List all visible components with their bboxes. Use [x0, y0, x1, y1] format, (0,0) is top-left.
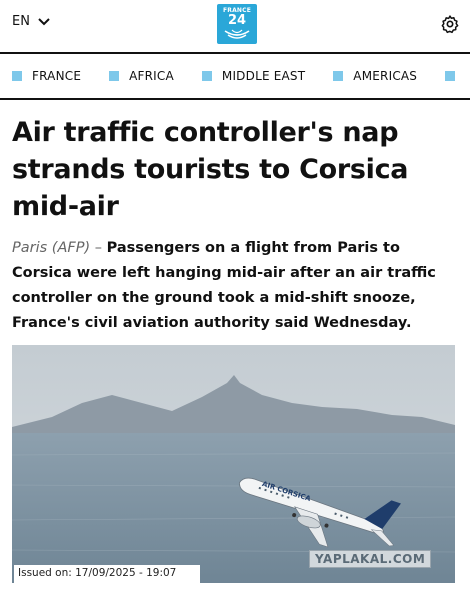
chevron-down-icon [38, 17, 50, 25]
section-nav: FRANCE AFRICA MIDDLE EAST AMERICAS [0, 54, 470, 98]
france24-logo[interactable]: FRANCE 24 [217, 4, 257, 44]
nav-square-icon [445, 71, 456, 81]
nav-item-label: AFRICA [129, 69, 174, 83]
issued-timestamp: Issued on: 17/09/2025 - 19:07 [14, 565, 200, 583]
nav-item-americas[interactable]: AMERICAS [333, 69, 417, 83]
nav-item-france[interactable]: FRANCE [12, 69, 81, 83]
nav-square-icon [333, 71, 344, 81]
logo-waves-icon [224, 29, 250, 39]
article-dateline: Paris (AFP) [12, 240, 91, 256]
nav-square-icon [109, 71, 120, 81]
language-label: EN [12, 14, 30, 29]
nav-item-africa[interactable]: AFRICA [109, 69, 174, 83]
nav-item-middle-east[interactable]: MIDDLE EAST [201, 69, 306, 83]
nav-square-icon [201, 71, 212, 81]
nav-item-label: AMERICAS [353, 69, 418, 83]
nav-item-label: MIDDLE EAST [221, 69, 306, 83]
article-lead: Paris (AFP) – Passengers on a flight fro… [12, 236, 464, 336]
nav-item-more[interactable] [445, 71, 465, 81]
logo-line2: 24 [227, 13, 247, 28]
article-headline: Air traffic controller's nap strands tou… [12, 117, 409, 222]
language-selector[interactable]: EN [12, 14, 50, 29]
dateline-dash: – [90, 240, 107, 256]
top-bar: EN FRANCE 24 [0, 0, 470, 52]
nav-divider [0, 98, 470, 100]
nav-square-icon [12, 71, 22, 81]
gear-icon[interactable] [440, 14, 460, 34]
article-photo[interactable]: AIR CORSICA YAPLAKAL.COM Issued on: 17/0… [12, 345, 455, 583]
photo-scene: AIR CORSICA [12, 345, 455, 583]
watermark: YAPLAKAL.COM [309, 550, 432, 568]
nav-item-label: FRANCE [32, 69, 82, 83]
